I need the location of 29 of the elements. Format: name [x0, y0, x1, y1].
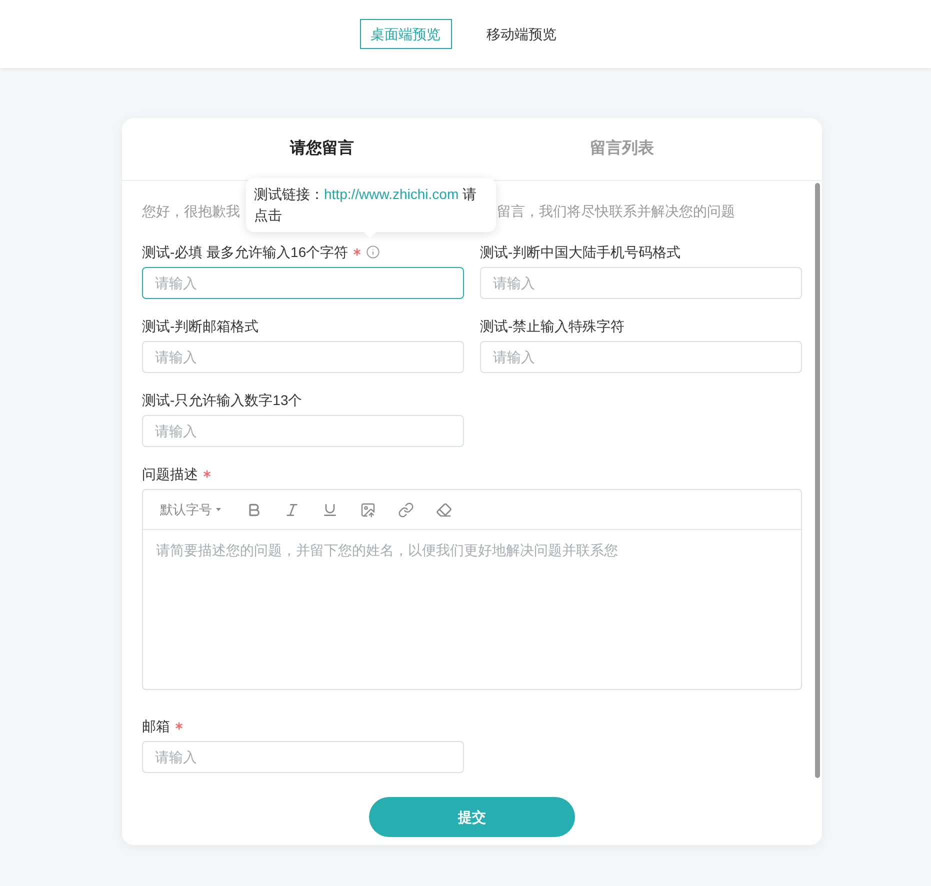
underline-icon — [322, 502, 338, 518]
font-size-select[interactable]: 默认字号 — [160, 496, 221, 524]
intro-text: 您好，很抱歉我 — [142, 202, 240, 221]
field-label: 邮箱 — [142, 717, 170, 736]
tab[interactable]: 请您留言 — [172, 118, 472, 180]
info-icon[interactable] — [366, 245, 380, 259]
tooltip-text: 测试链接：http://www.zhichi.com 请点击 — [254, 185, 478, 225]
description-textarea[interactable]: 请简要描述您的问题，并留下您的姓名，以便我们更好地解决问题并联系您 — [143, 530, 801, 689]
eraser-icon — [436, 502, 452, 518]
view-tab[interactable]: 桌面端预览 — [360, 19, 452, 49]
view-tab[interactable]: 移动端预览 — [476, 19, 568, 49]
rich-text-editor[interactable]: 默认字号 请简要描述您的问题，并留下您的姓名，以便我们更好地解决问题并联系您 — [142, 489, 802, 690]
field-label: 问题描述 — [142, 465, 198, 484]
field-label: 测试-判断邮箱格式 — [142, 317, 259, 336]
text-input[interactable]: 请输入 — [142, 267, 464, 299]
italic-icon — [284, 502, 300, 518]
tab[interactable]: 留言列表 — [472, 118, 772, 180]
submit-button[interactable]: 提交 — [369, 797, 575, 837]
image-upload-icon — [360, 502, 376, 518]
field-label: 测试-判断中国大陆手机号码格式 — [480, 243, 681, 262]
field-label: 测试-必填 最多允许输入16个字符 — [142, 243, 348, 262]
field-label: 测试-只允许输入数字13个 — [142, 391, 302, 410]
scrollbar-thumb[interactable] — [815, 183, 820, 778]
caret-icon — [216, 508, 221, 511]
link-icon — [398, 502, 414, 518]
bold-icon — [246, 502, 262, 518]
link[interactable]: http://www.zhichi.com — [324, 186, 459, 202]
intro-text: 留言，我们将尽快联系并解决您的问题 — [497, 202, 735, 221]
field-label: 测试-禁止输入特殊字符 — [480, 317, 625, 336]
